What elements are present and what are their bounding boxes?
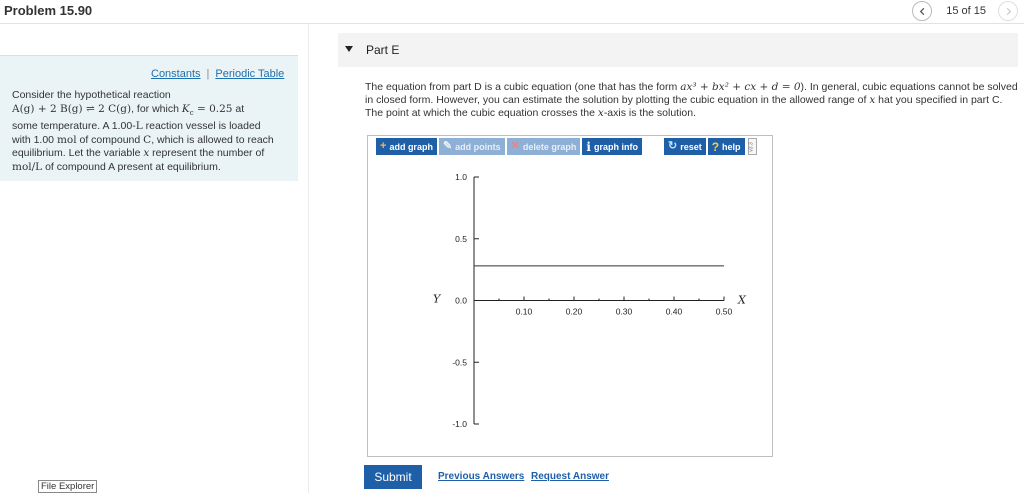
question-icon: ? xyxy=(711,139,720,154)
statement-text: at xyxy=(232,102,245,115)
statement-text: , which is allowed to reach xyxy=(151,133,274,146)
reset-label: reset xyxy=(680,141,702,152)
unit-mol: mol xyxy=(56,133,77,146)
add-points-label: add points xyxy=(455,141,501,152)
add-graph-button[interactable]: + add graph xyxy=(376,138,437,155)
periodic-table-link[interactable]: Periodic Table xyxy=(215,68,284,80)
statement-text: reaction vessel is loaded xyxy=(142,120,261,133)
pager: 15 of 15 xyxy=(912,1,1018,21)
x-tick-label: 0.20 xyxy=(566,307,583,317)
chevron-right-icon xyxy=(1006,7,1011,15)
statement-line: Consider the hypothetical reaction xyxy=(12,89,171,101)
pencil-icon: ✎ xyxy=(442,140,453,152)
statement-text: of compound A present at equilibrium. xyxy=(42,161,221,174)
statement-text: of compound xyxy=(76,133,144,146)
y-tick-label: -0.5 xyxy=(452,357,467,367)
submit-button[interactable]: Submit xyxy=(364,465,422,489)
graph-info-button[interactable]: i graph info xyxy=(582,138,642,155)
graph-widget[interactable]: 1.0 0.5 0.0 -0.5 -1.0 0.10 0.20 0.30 0.40 0.50 Y X xyxy=(367,135,773,457)
y-tick-label: -1.0 xyxy=(452,419,467,429)
unit-mol-per-liter: mol/L xyxy=(12,161,43,174)
equilibrium-constant: Kc = 0.25 xyxy=(181,102,233,117)
plus-icon: + xyxy=(380,140,387,152)
statement-text: , for which xyxy=(131,102,182,115)
part-title: Part E xyxy=(366,43,400,57)
y-tick-label: 0.5 xyxy=(455,234,467,244)
delete-x-icon: ✕ xyxy=(510,140,520,152)
page-count: 15 of 15 xyxy=(946,5,986,17)
link-separator: | xyxy=(206,68,210,80)
version-label: v3.3 xyxy=(749,141,756,152)
graph-toolbar: + add graph ✎ add points ✕ delete graph i gr… xyxy=(376,138,757,155)
part-e-header[interactable]: Part E xyxy=(338,33,1018,67)
version-tab: v3.3 xyxy=(747,138,757,155)
kc-value: = 0.25 xyxy=(193,102,233,115)
compound-c: C xyxy=(143,133,152,146)
kc-symbol: K xyxy=(181,102,190,115)
statement-text: equilibrium. Let the variable xyxy=(12,147,144,160)
statement-text: represent the number of xyxy=(149,147,265,160)
help-button[interactable]: ? help xyxy=(707,138,745,155)
delete-graph-label: delete graph xyxy=(522,141,577,152)
instruction-text: The equation from part D is a cubic equa… xyxy=(365,81,681,93)
statement-text: some temperature. A 1.00- xyxy=(12,120,136,133)
statement-text: with 1.00 xyxy=(12,133,57,146)
next-problem-button[interactable] xyxy=(998,1,1018,21)
request-answer-link[interactable]: Request Answer xyxy=(531,471,609,482)
reaction-equation: A(g) + 2 B(g) ⇌ 2 C(g) xyxy=(12,102,132,115)
y-axis-label: Y xyxy=(433,293,442,306)
part-e-instructions: The equation from part D is a cubic equa… xyxy=(365,81,1020,119)
reset-button[interactable]: ↻ reset xyxy=(663,138,706,155)
previous-problem-button[interactable] xyxy=(912,1,933,21)
header-divider xyxy=(0,23,1024,24)
x-axis-label: X xyxy=(737,294,747,307)
instruction-text: -axis is the solution. xyxy=(603,106,697,119)
delete-graph-button[interactable]: ✕ delete graph xyxy=(506,138,581,155)
reset-icon: ↻ xyxy=(667,140,678,152)
y-tick-label: 0.0 xyxy=(455,296,467,306)
chevron-left-icon xyxy=(919,7,925,15)
cubic-equation: ax³ + bx² + cx + d = 0 xyxy=(680,81,801,93)
problem-statement: Consider the hypothetical reaction A(g) … xyxy=(12,89,292,175)
constants-link[interactable]: Constants xyxy=(151,68,201,80)
previous-answers-link[interactable]: Previous Answers xyxy=(438,471,524,482)
x-tick-label: 0.50 xyxy=(716,307,733,317)
x-tick-label: 0.40 xyxy=(666,307,683,317)
graph-canvas[interactable]: 1.0 0.5 0.0 -0.5 -1.0 0.10 0.20 0.30 0.40 0.50 Y X xyxy=(368,136,774,458)
panel-divider xyxy=(308,24,309,493)
problem-info-panel: Constants | Periodic Table Consider the hy… xyxy=(0,55,298,181)
x-tick-label: 0.10 xyxy=(516,307,533,317)
file-explorer-button[interactable]: File Explorer xyxy=(38,480,98,493)
resource-links: Constants | Periodic Table xyxy=(151,68,284,80)
x-tick-label: 0.30 xyxy=(616,307,633,317)
collapse-caret-icon[interactable] xyxy=(345,46,353,52)
help-label: help xyxy=(722,141,741,152)
info-icon: i xyxy=(586,139,591,154)
add-points-button[interactable]: ✎ add points xyxy=(438,138,505,155)
problem-title: Problem 15.90 xyxy=(4,3,93,18)
y-tick-label: 1.0 xyxy=(455,172,467,182)
add-graph-label: add graph xyxy=(389,141,433,152)
unit-liter: L xyxy=(135,120,143,133)
graph-info-label: graph info xyxy=(593,141,638,152)
